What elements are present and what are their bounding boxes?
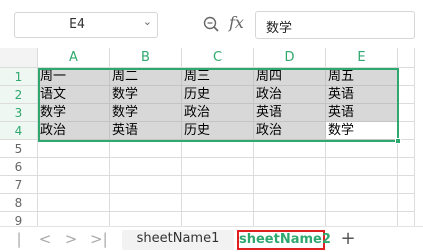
row-header-7[interactable]: 7 (0, 176, 38, 194)
cell-b1[interactable]: 周二 (110, 68, 182, 86)
cell-a2[interactable]: 语文 (38, 86, 110, 104)
cell-filler (398, 104, 415, 122)
formula-input[interactable]: 数学 (255, 11, 415, 39)
sheet-tab-bar: |< < > >| sheetName1 sheetName2 + (0, 226, 423, 252)
cell-b7[interactable] (110, 176, 182, 194)
row-header-3[interactable]: 3 (0, 104, 38, 122)
cell-b5[interactable] (110, 140, 182, 158)
zoom-search-icon[interactable] (203, 16, 219, 32)
row-header-1[interactable]: 1 (0, 68, 38, 86)
formula-bar: E4 ⌄ fx 数学 (0, 0, 423, 46)
cell-a5[interactable] (38, 140, 110, 158)
column-header-b[interactable]: B (110, 48, 182, 68)
first-sheet-icon[interactable]: |< (12, 230, 26, 252)
cell-d8[interactable] (254, 194, 326, 212)
select-all-corner[interactable] (0, 48, 38, 68)
cell-a1[interactable]: 周一 (38, 68, 110, 86)
cell-b8[interactable] (110, 194, 182, 212)
row-header-5[interactable]: 5 (0, 140, 38, 158)
cell-c5[interactable] (182, 140, 254, 158)
formula-value: 数学 (266, 21, 293, 36)
cell-a7[interactable] (38, 176, 110, 194)
fill-handle[interactable] (395, 138, 401, 144)
sheet-tab-sheetname2[interactable]: sheetName2 (237, 230, 331, 250)
cell-e3[interactable]: 英语 (326, 104, 398, 122)
vertical-scroll-area[interactable] (415, 48, 423, 226)
cell-b6[interactable] (110, 158, 182, 176)
cell-d3[interactable]: 英语 (254, 104, 326, 122)
cell-d5[interactable] (254, 140, 326, 158)
cell-d2[interactable]: 政治 (254, 86, 326, 104)
cell-e8[interactable] (326, 194, 398, 212)
cell-a3[interactable]: 数学 (38, 104, 110, 122)
spreadsheet-grid: ABCDE 12345678910 周一周二周三周四周五语文数学历史政治英语数学… (0, 48, 423, 248)
cell-c6[interactable] (182, 158, 254, 176)
row-header-6[interactable]: 6 (0, 158, 38, 176)
cell-d7[interactable] (254, 176, 326, 194)
cell-b3[interactable]: 数学 (110, 104, 182, 122)
row-header-8[interactable]: 8 (0, 194, 38, 212)
cell-e7[interactable] (326, 176, 398, 194)
cell-filler (398, 158, 415, 176)
cell-d4[interactable]: 政治 (254, 122, 326, 140)
cell-e6[interactable] (326, 158, 398, 176)
cell-d6[interactable] (254, 158, 326, 176)
row-header-2[interactable]: 2 (0, 86, 38, 104)
cell-a4[interactable]: 政治 (38, 122, 110, 140)
cell-a6[interactable] (38, 158, 110, 176)
cell-c7[interactable] (182, 176, 254, 194)
column-header-filler (398, 48, 415, 68)
cell-filler (398, 86, 415, 104)
add-sheet-icon[interactable]: + (339, 229, 357, 249)
cell-e2[interactable]: 英语 (326, 86, 398, 104)
cell-filler (398, 68, 415, 86)
cell-c8[interactable] (182, 194, 254, 212)
name-box[interactable]: E4 ⌄ (14, 12, 158, 38)
column-header-e[interactable]: E (326, 48, 398, 68)
cell-c1[interactable]: 周三 (182, 68, 254, 86)
prev-sheet-icon[interactable]: < (38, 230, 52, 248)
cell-e5[interactable] (326, 140, 398, 158)
cell-b4[interactable]: 英语 (110, 122, 182, 140)
row-header-4[interactable]: 4 (0, 122, 38, 140)
cell-e4[interactable]: 数学 (326, 122, 398, 140)
column-header-d[interactable]: D (254, 48, 326, 68)
cell-e1[interactable]: 周五 (326, 68, 398, 86)
cell-a8[interactable] (38, 194, 110, 212)
cell-b2[interactable]: 数学 (110, 86, 182, 104)
fx-icon[interactable]: fx (229, 13, 244, 32)
chevron-down-icon[interactable]: ⌄ (143, 15, 152, 28)
cell-c4[interactable]: 历史 (182, 122, 254, 140)
cell-c2[interactable]: 历史 (182, 86, 254, 104)
column-header-c[interactable]: C (182, 48, 254, 68)
cell-reference: E4 (69, 17, 85, 32)
column-header-a[interactable]: A (38, 48, 110, 68)
cell-c3[interactable]: 政治 (182, 104, 254, 122)
cell-d1[interactable]: 周四 (254, 68, 326, 86)
next-sheet-icon[interactable]: > (64, 230, 78, 248)
cell-filler (398, 176, 415, 194)
sheet-tab-sheetname1[interactable]: sheetName1 (122, 230, 234, 250)
last-sheet-icon[interactable]: >| (90, 230, 108, 248)
cell-filler (398, 194, 415, 212)
